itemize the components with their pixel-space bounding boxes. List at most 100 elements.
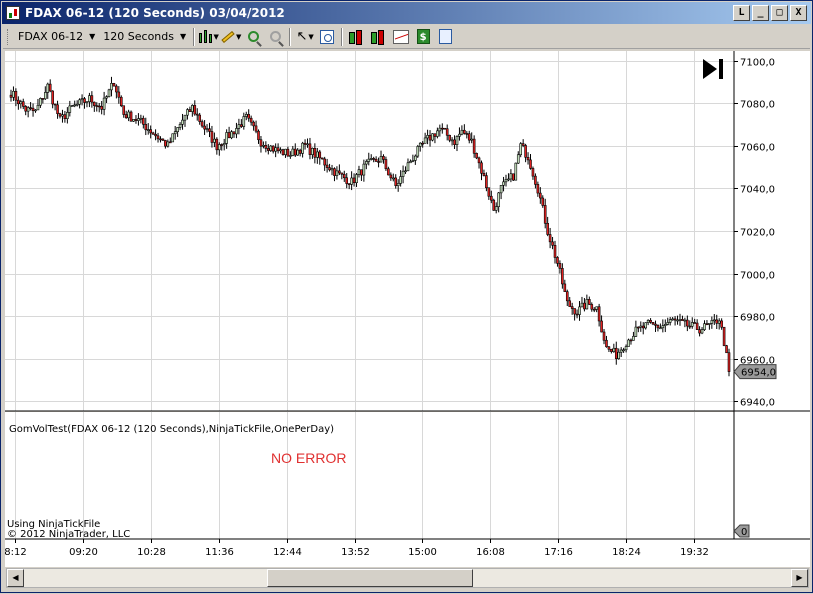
candle-up	[350, 177, 353, 185]
time-tick-label: 12:44	[273, 547, 302, 558]
candle-up	[690, 322, 694, 327]
candle-down	[453, 139, 456, 146]
candle-down	[342, 173, 346, 179]
candle-down	[115, 85, 118, 93]
time-tick-label: 17:16	[544, 547, 573, 558]
candle-up	[127, 111, 130, 119]
candle-up	[414, 155, 417, 161]
price-axis-panel	[734, 51, 810, 539]
candle-down	[600, 320, 603, 333]
candle-down	[193, 105, 197, 115]
candle-down	[129, 111, 133, 122]
candle-down	[512, 173, 515, 181]
horizontal-scrollbar[interactable]: ◀ ▶	[6, 568, 809, 588]
price-tick-label: 7000,0	[740, 271, 775, 282]
candle-up	[80, 98, 84, 101]
candle-down	[254, 125, 258, 132]
candle-down	[570, 306, 574, 309]
candle-down	[14, 90, 18, 101]
candle-down	[492, 199, 496, 211]
candle-down	[119, 96, 123, 107]
candle-down	[220, 144, 224, 146]
candle-down	[159, 138, 162, 141]
candle-down	[472, 138, 476, 154]
candle-up	[401, 170, 405, 177]
time-tick-label: 18:24	[612, 547, 641, 558]
candle-down	[203, 125, 206, 130]
candle-up	[624, 346, 628, 351]
candle-down	[210, 131, 214, 143]
scroll-left-button[interactable]: ◀	[7, 569, 24, 587]
candle-down	[467, 133, 471, 141]
candle-up	[460, 129, 464, 135]
candle-down	[602, 331, 606, 341]
candle-up	[284, 148, 287, 155]
candle-up	[217, 144, 221, 151]
candle-up	[502, 181, 505, 186]
candle-up	[107, 89, 111, 97]
candle-up	[504, 179, 508, 183]
candle-down	[333, 168, 336, 176]
candle-down	[352, 177, 356, 183]
candle-up	[36, 104, 40, 111]
candle-down	[727, 352, 731, 372]
candle-up	[411, 160, 415, 162]
candle-down	[112, 83, 116, 87]
candle-up	[34, 109, 37, 112]
candle-up	[296, 149, 300, 156]
candle-up	[416, 146, 420, 157]
chart-window: FDAX 06-12 (120 Seconds) 03/04/2012 L _ …	[0, 0, 813, 593]
candle-down	[232, 131, 236, 135]
candle-up	[399, 176, 402, 184]
footer-copyright: © 2012 NinjaTrader, LLC	[7, 529, 130, 540]
candle-up	[166, 141, 170, 147]
candle-down	[240, 124, 243, 127]
candle-down	[215, 138, 219, 151]
candle-up	[627, 339, 630, 347]
candle-down	[382, 156, 385, 160]
candle-down	[681, 319, 684, 321]
candle-down	[561, 268, 564, 285]
candle-up	[306, 143, 309, 146]
candle-down	[485, 175, 488, 189]
candle-up	[75, 103, 79, 106]
time-tick-label: 13:52	[341, 547, 370, 558]
candle-down	[539, 192, 542, 199]
candle-down	[56, 104, 59, 114]
candle-down	[565, 291, 569, 302]
candle-up	[365, 161, 368, 165]
candle-down	[281, 149, 285, 155]
candle-down	[200, 121, 204, 127]
candle-up	[78, 99, 81, 105]
candle-up	[703, 323, 706, 330]
candle-down	[257, 130, 260, 141]
candle-down	[247, 114, 250, 119]
candle-down	[149, 129, 152, 134]
candle-up	[712, 319, 716, 322]
candle-down	[276, 147, 280, 152]
scrollbar-thumb[interactable]	[267, 569, 473, 587]
chart-canvas[interactable]: 7100,0 7080,0 7060,0 7040,0 7020,0 7000,0 6980…	[1, 1, 813, 594]
candle-up	[225, 132, 228, 144]
candle-down	[475, 152, 478, 159]
candle-down	[490, 195, 493, 201]
candle-down	[83, 98, 86, 103]
candle-up	[391, 177, 395, 180]
candle-up	[396, 183, 400, 186]
candle-up	[406, 162, 410, 172]
candle-up	[66, 112, 69, 119]
candle-down	[93, 101, 96, 106]
candle-up	[26, 107, 30, 112]
candle-down	[536, 184, 540, 194]
candle-up	[274, 147, 277, 152]
candle-up	[235, 128, 238, 135]
candle-down	[477, 157, 481, 164]
candle-down	[693, 322, 696, 324]
candle-down	[529, 159, 532, 169]
scroll-right-button[interactable]: ▶	[791, 569, 808, 587]
candle-up	[105, 96, 108, 99]
candle-up	[497, 192, 500, 207]
arrow-right-icon: ▶	[796, 573, 803, 582]
candle-up	[683, 319, 687, 322]
candle-down	[607, 346, 611, 350]
